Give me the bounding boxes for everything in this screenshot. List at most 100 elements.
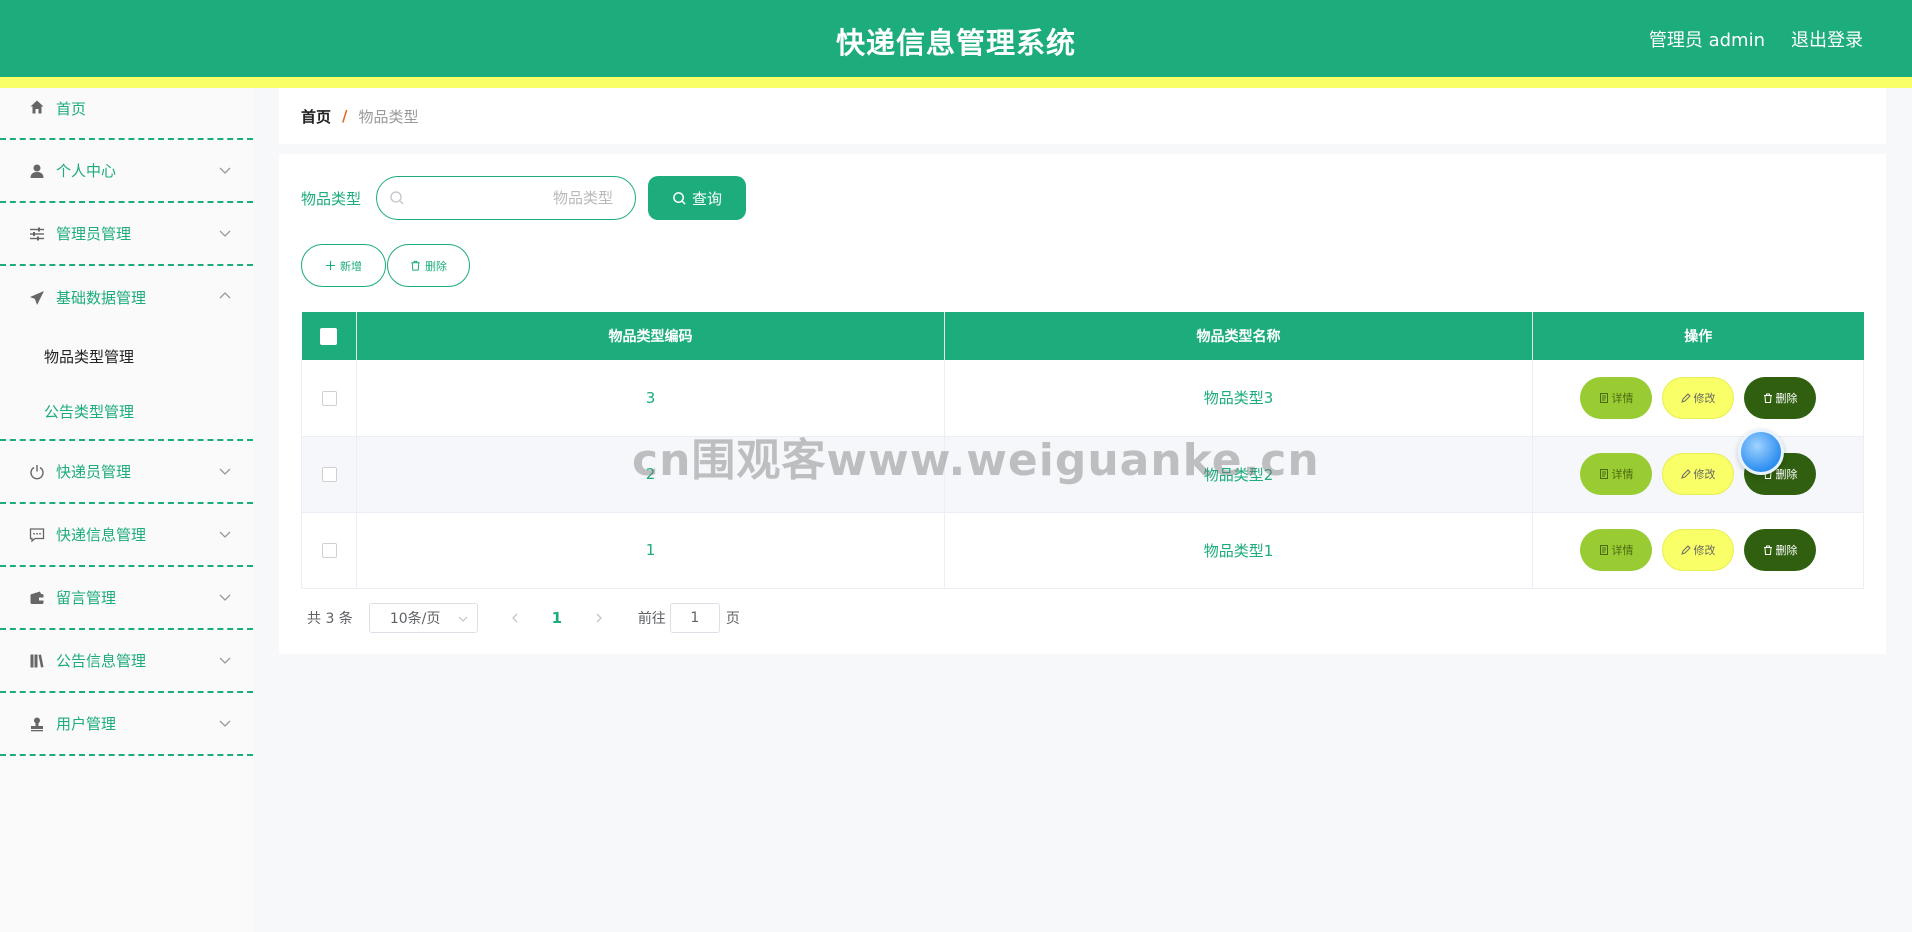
- trash-icon: [1763, 393, 1772, 403]
- detail-button[interactable]: 详情: [1580, 453, 1652, 495]
- sidebar-item-label: 首页: [56, 100, 87, 118]
- document-icon: [1599, 469, 1608, 479]
- search-icon: [673, 191, 686, 205]
- sidebar-item-message-management[interactable]: 留言管理: [0, 567, 253, 630]
- trash-icon: [1763, 545, 1772, 555]
- column-header-code[interactable]: 物品类型编码: [356, 312, 945, 360]
- top-header: 快递信息管理系统 管理员 admin 退出登录: [0, 0, 1912, 88]
- sidebar-subitem-item-type[interactable]: 物品类型管理: [0, 329, 253, 384]
- sidebar-item-user-management[interactable]: 用户管理: [0, 693, 253, 756]
- query-button[interactable]: 查询: [648, 176, 746, 220]
- table-row: 1 物品类型1 详情 修改 删除: [301, 512, 1864, 588]
- app-title: 快递信息管理系统: [835, 26, 1076, 60]
- sidebar-item-label: 基础数据管理: [56, 289, 147, 307]
- sidebar-subitem-notice-type[interactable]: 公告类型管理: [0, 384, 253, 439]
- home-icon: [28, 98, 46, 116]
- sidebar-item-label: 公告信息管理: [56, 652, 147, 670]
- sidebar: 首页 个人中心 管理员管理 基础数据管理 物品类型管理 公告类型管理 快递员管理: [0, 88, 253, 932]
- cell-code: 1: [356, 512, 945, 588]
- edit-button[interactable]: 修改: [1662, 376, 1734, 419]
- sidebar-item-notice-info[interactable]: 公告信息管理: [0, 630, 253, 693]
- breadcrumb-separator: /: [342, 107, 348, 125]
- chevron-down-icon: [219, 531, 231, 538]
- chevron-down-icon: [219, 230, 231, 237]
- select-all-checkbox[interactable]: [320, 327, 338, 345]
- edit-icon: [1680, 393, 1691, 403]
- chevron-left-icon: [511, 613, 518, 623]
- page-size-select[interactable]: 10条/页: [368, 603, 478, 633]
- chevron-right-icon: [596, 613, 602, 623]
- sidebar-item-personal-center[interactable]: 个人中心: [0, 140, 253, 203]
- sidebar-item-home[interactable]: 首页: [0, 88, 253, 140]
- select-all-cell: [301, 312, 357, 360]
- user-icon: [28, 162, 46, 180]
- search-label: 物品类型: [301, 190, 362, 208]
- table-row: 2 物品类型2 详情 修改 删除: [301, 436, 1864, 512]
- sidebar-item-label: 管理员管理: [56, 225, 132, 243]
- edit-icon: [1680, 545, 1691, 555]
- delete-button[interactable]: 删除: [1744, 529, 1816, 571]
- sidebar-item-label: 留言管理: [56, 589, 117, 607]
- document-icon: [1599, 392, 1608, 403]
- row-checkbox[interactable]: [321, 467, 337, 482]
- chevron-up-icon: [219, 292, 231, 299]
- search-box: [376, 176, 636, 220]
- item-type-table: 物品类型编码 物品类型名称 操作 3 物品类型3 详情 修改 删除 2 物品类型…: [301, 312, 1864, 589]
- sliders-icon: [28, 225, 46, 243]
- current-user: 管理员 admin: [1648, 30, 1765, 51]
- stamp-icon: [28, 715, 46, 733]
- cell-code: 3: [356, 360, 945, 436]
- edit-button[interactable]: 修改: [1662, 529, 1734, 571]
- floating-assistant-button[interactable]: [1738, 429, 1784, 475]
- next-page-button[interactable]: [584, 603, 614, 633]
- breadcrumb: 首页 / 物品类型: [279, 88, 1886, 144]
- sidebar-item-express-info[interactable]: 快递信息管理: [0, 504, 253, 567]
- edit-button[interactable]: 修改: [1662, 453, 1734, 495]
- detail-button[interactable]: 详情: [1580, 376, 1652, 419]
- cell-code: 2: [356, 436, 945, 512]
- sidebar-item-label: 快递信息管理: [56, 526, 147, 544]
- batch-delete-button[interactable]: 删除: [387, 244, 470, 287]
- document-icon: [1599, 545, 1608, 555]
- breadcrumb-current: 物品类型: [358, 107, 419, 126]
- cell-name: 物品类型1: [944, 512, 1533, 588]
- row-checkbox[interactable]: [321, 543, 337, 558]
- content-card: 物品类型 查询 新增 删除 物品类型编码 物品类型名称 操作: [279, 154, 1886, 654]
- chevron-down-icon: [219, 468, 231, 475]
- cell-name: 物品类型2: [944, 436, 1533, 512]
- sidebar-item-basic-data[interactable]: 基础数据管理: [0, 266, 253, 329]
- column-header-actions: 操作: [1684, 329, 1713, 345]
- sidebar-item-label: 用户管理: [56, 715, 117, 733]
- chat-icon: [28, 526, 46, 544]
- goto-label: 前往: [637, 611, 666, 627]
- search-input[interactable]: [413, 185, 623, 211]
- trash-icon: [411, 260, 420, 271]
- cell-name: 物品类型3: [944, 360, 1533, 436]
- wallet-icon: [28, 589, 46, 607]
- edit-icon: [1680, 469, 1691, 479]
- submenu-basic-data: 物品类型管理 公告类型管理: [0, 329, 253, 441]
- prev-page-button[interactable]: [500, 603, 530, 633]
- table-row: 3 物品类型3 详情 修改 删除: [301, 360, 1864, 436]
- detail-button[interactable]: 详情: [1580, 529, 1652, 571]
- page-number-current[interactable]: 1: [542, 609, 572, 627]
- goto-page-input[interactable]: [669, 603, 720, 633]
- power-icon: [28, 463, 46, 481]
- column-header-name[interactable]: 物品类型名称: [944, 312, 1533, 360]
- row-checkbox[interactable]: [321, 390, 337, 406]
- add-button[interactable]: 新增: [301, 244, 386, 287]
- sidebar-item-admin-management[interactable]: 管理员管理: [0, 203, 253, 266]
- sidebar-item-label: 快递员管理: [56, 463, 132, 481]
- plus-icon: [325, 260, 336, 271]
- breadcrumb-home[interactable]: 首页: [301, 106, 331, 127]
- search-icon: [390, 191, 404, 205]
- chevron-down-icon: [458, 616, 468, 622]
- book-icon: [28, 652, 46, 670]
- sidebar-item-courier-management[interactable]: 快递员管理: [0, 441, 253, 504]
- logout-link[interactable]: 退出登录: [1791, 26, 1863, 52]
- chevron-down-icon: [219, 167, 231, 174]
- delete-button[interactable]: 删除: [1744, 376, 1816, 419]
- chevron-down-icon: [219, 594, 231, 601]
- page-size-value: 10条/页: [389, 611, 441, 627]
- add-button-label: 新增: [340, 259, 362, 273]
